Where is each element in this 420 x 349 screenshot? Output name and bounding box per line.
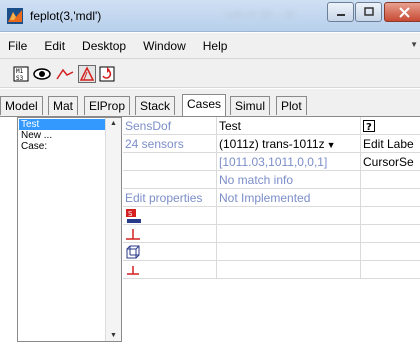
table-cell <box>361 243 420 261</box>
delta-button[interactable] <box>78 65 96 83</box>
tab-plot[interactable]: Plot <box>276 96 307 115</box>
tab-simul[interactable]: Simul <box>230 96 271 115</box>
sensor-icon-button[interactable]: S <box>123 207 217 225</box>
help-icon: ? <box>363 120 375 133</box>
tab-strip: Model Mat ElProp Stack Cases Simul Plot <box>0 89 420 117</box>
table-cell <box>123 171 217 189</box>
scroll-down-icon[interactable]: ▼ <box>110 332 117 339</box>
mesh-select-icon: M1 S3 <box>13 66 29 82</box>
table-row <box>123 225 420 243</box>
dropdown-arrow-icon[interactable]: ▼ <box>327 140 336 150</box>
maximize-button[interactable] <box>355 2 382 22</box>
minimize-button[interactable] <box>327 2 354 22</box>
table-cell: No match info <box>217 171 361 189</box>
sensor-red-icon: S <box>126 209 141 223</box>
menu-edit[interactable]: Edit <box>44 39 65 53</box>
maximize-icon <box>363 7 374 16</box>
table-row <box>123 261 420 279</box>
tab-stack[interactable]: Stack <box>135 96 176 115</box>
menu-desktop[interactable]: Desktop <box>82 39 126 53</box>
table-cell: SensDof <box>123 117 217 135</box>
svg-text:S3: S3 <box>16 75 24 82</box>
matlab-app-icon <box>7 8 23 24</box>
delta-icon <box>79 66 95 81</box>
table-row: S <box>123 207 420 225</box>
menu-window[interactable]: Window <box>143 39 186 53</box>
cube-button[interactable] <box>123 243 217 261</box>
close-icon <box>398 6 410 18</box>
edit-properties-cell[interactable]: Edit properties <box>123 189 217 207</box>
scroll-up-icon[interactable]: ▲ <box>110 120 117 127</box>
table-cell <box>361 171 420 189</box>
case-list[interactable]: Test New ... Case: ▲ ▼ <box>17 117 122 342</box>
table-row: [1011.03,1011,0,0,1] CursorSe <box>123 153 420 171</box>
red-t-icon <box>126 229 140 240</box>
table-cell <box>217 207 361 225</box>
list-item-case[interactable]: Case: <box>19 141 106 152</box>
tab-model[interactable]: Model <box>0 96 43 115</box>
properties-table: SensDof Test ? 24 sensors (1011z) trans-… <box>123 117 420 342</box>
svg-text:M1: M1 <box>16 68 24 75</box>
edit-label-button[interactable]: Edit Labe <box>361 135 420 153</box>
cursor-sel-button[interactable]: CursorSe <box>361 153 420 171</box>
close-button[interactable] <box>384 2 420 22</box>
mesh-select-button[interactable]: M1 S3 <box>12 65 30 83</box>
table-cell: 24 sensors <box>123 135 217 153</box>
minimize-icon <box>336 14 345 16</box>
tab-elprop[interactable]: ElProp <box>84 96 131 115</box>
table-cell <box>123 153 217 171</box>
menu-file[interactable]: File <box>8 39 27 53</box>
table-cell <box>217 225 361 243</box>
red-t-small-button[interactable] <box>123 261 217 279</box>
table-cell[interactable]: Test <box>217 117 361 135</box>
table-row: Edit properties Not Implemented <box>123 189 420 207</box>
line-peak-button[interactable] <box>56 65 74 83</box>
table-row: SensDof Test ? <box>123 117 420 135</box>
list-item-test[interactable]: Test <box>19 119 106 130</box>
red-t-small-icon <box>127 266 139 275</box>
refresh-icon <box>99 66 115 82</box>
table-row: 24 sensors (1011z) trans-1011z ▼ Edit Lab… <box>123 135 420 153</box>
list-item-new[interactable]: New ... <box>19 130 106 141</box>
eye-icon <box>33 68 51 80</box>
help-button[interactable]: ? <box>361 117 420 135</box>
tab-cases[interactable]: Cases <box>182 94 227 116</box>
sensor-dropdown[interactable]: (1011z) trans-1011z ▼ <box>217 135 361 153</box>
list-scrollbar[interactable]: ▲ ▼ <box>105 118 121 341</box>
table-row <box>123 243 420 261</box>
table-cell: Not Implemented <box>217 189 361 207</box>
svg-text:S: S <box>128 210 133 218</box>
table-row: No match info <box>123 171 420 189</box>
menu-overflow-icon[interactable]: ▼ <box>410 40 418 49</box>
table-cell <box>217 261 361 279</box>
table-cell <box>217 243 361 261</box>
toolbar: M1 S3 <box>0 58 420 88</box>
menu-bar: File Edit Desktop Window Help ▼ <box>0 33 420 58</box>
table-cell: [1011.03,1011,0,0,1] <box>217 153 361 171</box>
window-title: feplot(3,'mdl') <box>30 9 102 23</box>
menu-help[interactable]: Help <box>203 39 228 53</box>
eye-button[interactable] <box>33 65 51 83</box>
red-t-button[interactable] <box>123 225 217 243</box>
table-cell <box>361 189 420 207</box>
table-cell <box>361 261 420 279</box>
sensor-dropdown-value: (1011z) trans-1011z <box>219 137 325 151</box>
svg-text:?: ? <box>366 122 372 132</box>
refresh-button[interactable] <box>98 65 116 83</box>
cube-icon <box>126 245 140 259</box>
table-cell <box>361 207 420 225</box>
table-cell <box>361 225 420 243</box>
line-peak-icon <box>56 68 74 80</box>
tab-mat[interactable]: Mat <box>48 96 79 115</box>
title-bar: feplot(3,'mdl') calc.m 30 -- fe <box>0 0 420 32</box>
